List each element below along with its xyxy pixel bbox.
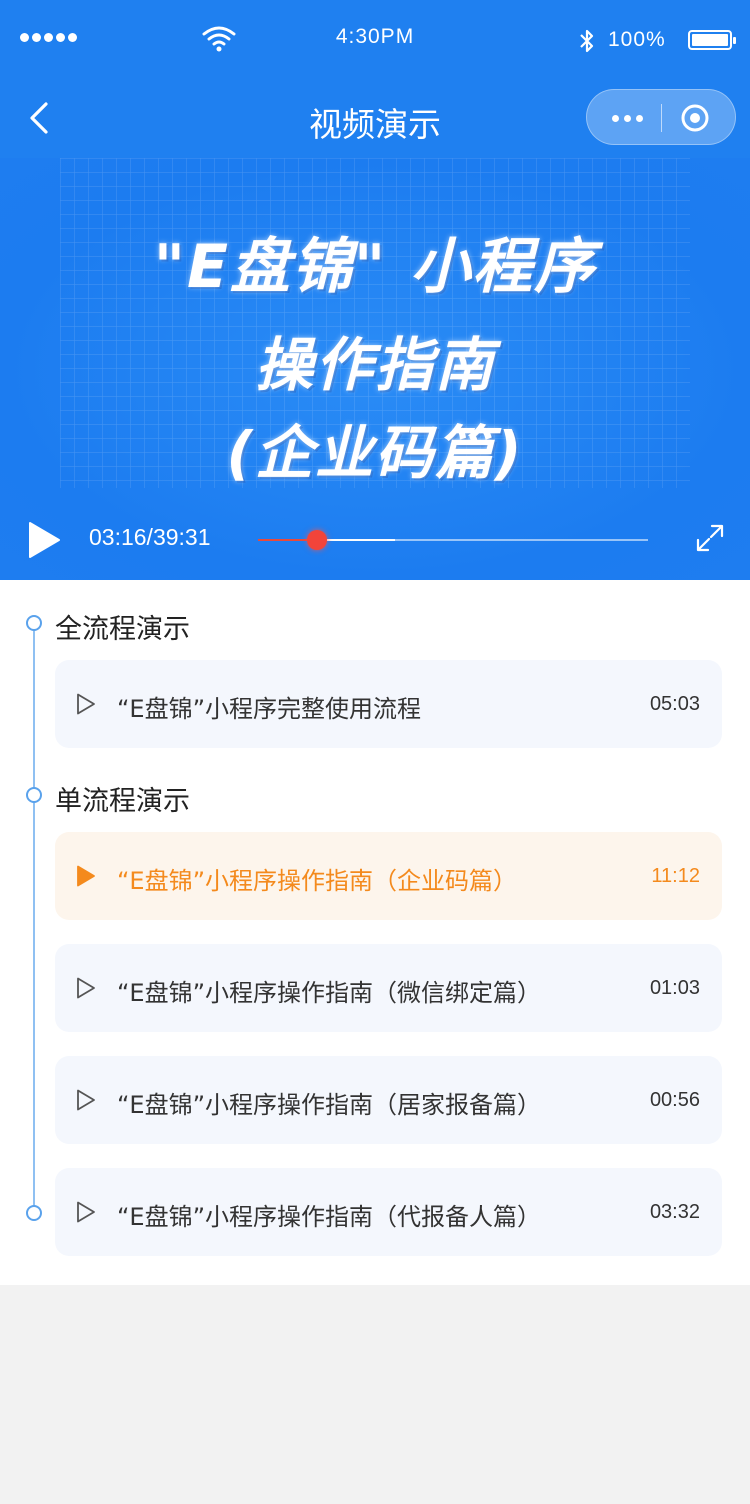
timeline-line	[33, 624, 35, 1214]
progress-bar[interactable]	[258, 530, 648, 550]
play-outline-icon	[77, 1089, 95, 1111]
playlist-item-active[interactable]: “E盘锦”小程序操作指南（企业码篇） 11:12	[55, 832, 722, 920]
nav-bar: 视频演示	[0, 78, 750, 158]
section-title: 单流程演示	[55, 786, 190, 817]
video-title-line-3: (企业码篇)	[226, 419, 524, 487]
section-title: 全流程演示	[55, 614, 190, 645]
video-time: 03:16/39:31	[89, 524, 211, 550]
target-icon[interactable]	[675, 98, 715, 138]
battery-percent: 100%	[608, 28, 666, 51]
play-outline-icon	[77, 1201, 95, 1223]
bluetooth-icon	[580, 29, 594, 53]
timeline-dot	[26, 787, 42, 803]
playlist-item-duration: 00:56	[649, 1089, 700, 1111]
playlist-item-duration: 03:32	[649, 1201, 700, 1223]
play-icon[interactable]	[26, 520, 62, 560]
play-filled-icon	[77, 865, 95, 887]
video-title-line-1: "E盘锦" 小程序	[153, 232, 597, 302]
more-dots-icon[interactable]	[603, 102, 651, 134]
timeline-dot	[26, 615, 42, 631]
battery-icon	[688, 30, 736, 50]
fullscreen-icon[interactable]	[694, 522, 726, 554]
progress-knob[interactable]	[306, 530, 327, 550]
capsule-divider	[661, 104, 662, 132]
playlist-item[interactable]: “E盘锦”小程序完整使用流程 05:03	[55, 660, 722, 748]
playlist-item-duration: 01:03	[649, 977, 700, 999]
playlist-item-label: “E盘锦”小程序操作指南（居家报备篇）	[117, 1091, 542, 1119]
playlist-item[interactable]: “E盘锦”小程序操作指南（居家报备篇） 00:56	[55, 1056, 722, 1144]
timeline-dot	[26, 1205, 42, 1221]
play-outline-icon	[77, 693, 95, 715]
video-player[interactable]: "E盘锦" 小程序 操作指南 (企业码篇) 03:16/39:31	[0, 158, 750, 580]
playlist-item[interactable]: “E盘锦”小程序操作指南（代报备人篇） 03:32	[55, 1168, 722, 1256]
status-bar: 4:30PM 100%	[0, 0, 750, 78]
playlist-item-label: “E盘锦”小程序操作指南（代报备人篇）	[117, 1203, 542, 1231]
playlist-item-duration: 11:12	[651, 865, 700, 887]
header-area: 4:30PM 100% 视频演示 "E盘锦" 小程序 操作指南 (企业码篇) 0…	[0, 0, 750, 580]
playlist-item-label: “E盘锦”小程序完整使用流程	[117, 695, 422, 723]
playlist-item[interactable]: “E盘锦”小程序操作指南（微信绑定篇） 01:03	[55, 944, 722, 1032]
playlist-panel: 全流程演示 “E盘锦”小程序完整使用流程 05:03 单流程演示 “E盘锦”小程…	[0, 580, 750, 1285]
playlist-item-label: “E盘锦”小程序操作指南（微信绑定篇）	[117, 979, 542, 1007]
play-outline-icon	[77, 977, 95, 999]
mini-program-capsule	[586, 89, 736, 145]
playlist-item-label: “E盘锦”小程序操作指南（企业码篇）	[117, 867, 518, 895]
video-title-line-2: 操作指南	[254, 331, 495, 399]
playlist-item-duration: 05:03	[649, 693, 700, 715]
